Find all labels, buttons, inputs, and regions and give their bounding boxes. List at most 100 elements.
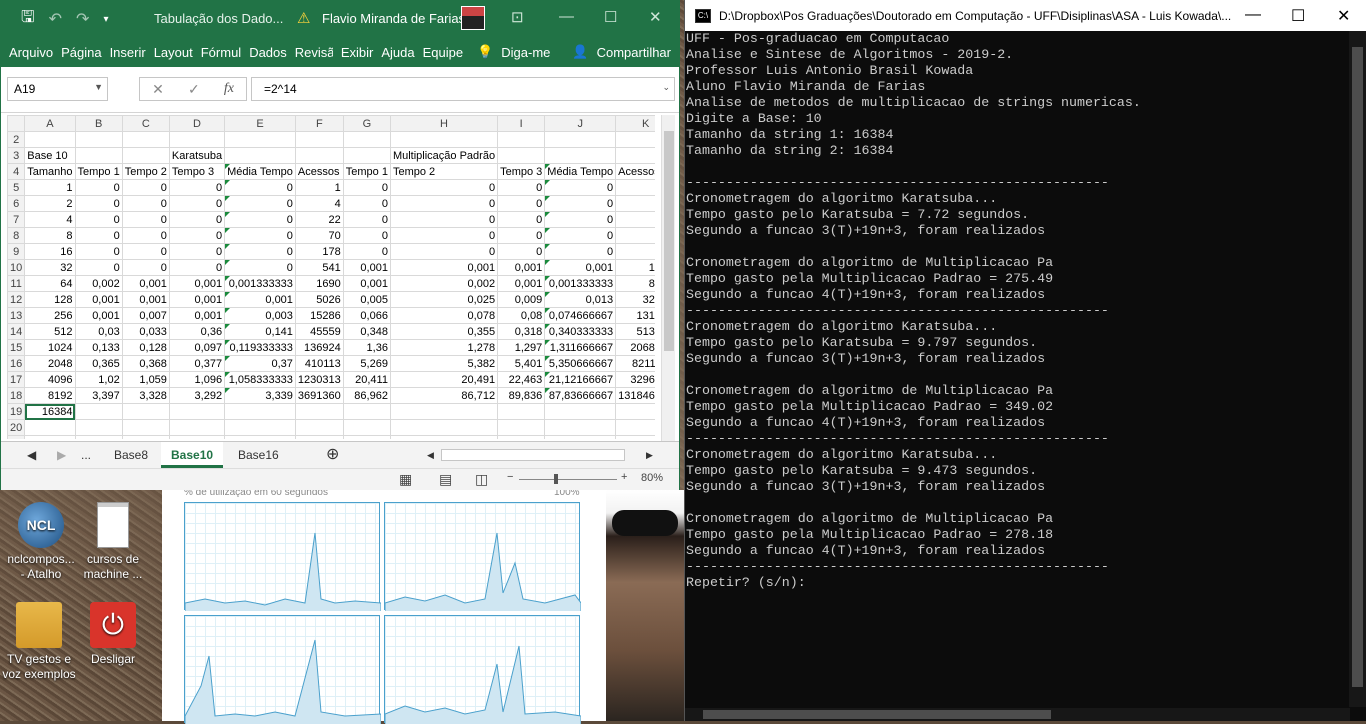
hscroll-left-icon[interactable]: ◀ (427, 442, 434, 468)
cell[interactable] (168, 131, 226, 148)
cell[interactable]: 0,005 (342, 291, 391, 308)
minimize-icon[interactable]: — (1245, 6, 1261, 24)
cell[interactable]: Tempo 1 (74, 163, 123, 180)
cell[interactable]: Tamanho (24, 163, 76, 180)
row-header[interactable]: 8 (7, 227, 26, 244)
cell[interactable]: 86,962 (342, 387, 391, 404)
row-header[interactable]: 13 (7, 307, 26, 324)
row-header[interactable]: 14 (7, 323, 26, 340)
row-header[interactable]: 20 (7, 419, 26, 436)
cell[interactable] (389, 419, 499, 436)
save-icon[interactable]: 🖫 (21, 6, 35, 33)
cell[interactable]: 8192 (24, 387, 76, 404)
cell[interactable]: 0 (168, 227, 226, 244)
cell[interactable]: Multiplicação Padrão (389, 147, 499, 164)
cell[interactable]: 0,001 (168, 291, 226, 308)
cell[interactable] (224, 131, 296, 148)
cell[interactable]: 0,074666667 (544, 307, 617, 324)
customize-toolbar-icon[interactable]: ▾ (103, 14, 108, 25)
row-header[interactable]: 10 (7, 259, 26, 276)
cell[interactable]: 0 (168, 259, 226, 276)
cell[interactable]: 5,269 (342, 355, 391, 372)
cell[interactable]: 0 (224, 243, 296, 260)
cell[interactable]: Tempo 2 (389, 163, 499, 180)
cell[interactable]: 3691360 (294, 387, 344, 404)
column-header[interactable]: J (544, 115, 617, 132)
cell[interactable] (74, 403, 123, 420)
minimize-icon[interactable]: — (559, 8, 574, 25)
insert-function-icon[interactable]: fx (224, 81, 234, 97)
cell[interactable]: 0 (497, 211, 546, 228)
cell[interactable]: 8 (24, 227, 76, 244)
cell[interactable]: 87,83666667 (544, 387, 617, 404)
hscroll-right-icon[interactable]: ▶ (646, 442, 653, 468)
cell[interactable]: 21,12166667 (544, 371, 617, 388)
cell[interactable] (74, 147, 123, 164)
cell[interactable] (168, 435, 226, 439)
zoom-slider-thumb[interactable] (554, 474, 558, 484)
cell[interactable]: 0,001 (74, 307, 123, 324)
normal-view-icon[interactable]: ▦ (399, 471, 412, 488)
cell[interactable] (497, 435, 546, 439)
cell[interactable]: 0,368 (121, 355, 170, 372)
row-header[interactable]: 7 (7, 211, 26, 228)
cell[interactable]: Karatsuba (168, 147, 226, 164)
horizontal-scrollbar[interactable] (441, 449, 625, 461)
tab-arquivo[interactable]: Arquivo (9, 45, 53, 60)
cell[interactable]: 0,009 (497, 291, 546, 308)
cell[interactable]: 0,001 (121, 275, 170, 292)
cell[interactable]: 0 (168, 179, 226, 196)
tab-base16[interactable]: Base16 (238, 442, 279, 468)
cell[interactable]: 1,36 (342, 339, 391, 356)
excel-title-bar[interactable]: 🖫 ↶ ↷ ▾ Tabulação dos Dado... ⚠ Flavio M… (1, 1, 679, 37)
cell[interactable]: 3296613 (615, 371, 655, 388)
vertical-scrollbar[interactable] (661, 115, 675, 441)
scroll-thumb[interactable] (664, 131, 674, 351)
cell[interactable]: 0,377 (168, 355, 226, 372)
cell[interactable]: 0,340333333 (544, 323, 617, 340)
cell[interactable]: 0 (389, 227, 499, 244)
column-header[interactable]: A (24, 115, 76, 132)
cell[interactable]: 0 (74, 243, 123, 260)
cell[interactable]: 16384 (24, 403, 76, 420)
cell[interactable]: 0,001 (121, 291, 170, 308)
cell[interactable]: 0 (74, 227, 123, 244)
ribbon-display-icon[interactable]: ⊡ (511, 8, 524, 26)
cell[interactable] (121, 147, 170, 164)
cell[interactable]: 0,37 (224, 355, 296, 372)
select-all-corner[interactable] (7, 115, 26, 132)
tell-me-box[interactable]: Diga-me (501, 45, 550, 60)
cell[interactable] (544, 131, 617, 148)
expand-formula-icon[interactable]: ⌄ (662, 82, 670, 93)
cell[interactable]: 0,033 (121, 323, 170, 340)
cell[interactable]: 0 (389, 211, 499, 228)
cell[interactable] (294, 419, 344, 436)
cell[interactable]: 0,001 (342, 275, 391, 292)
cell[interactable] (224, 419, 296, 436)
cell[interactable]: 1690 (294, 275, 344, 292)
cell[interactable]: 64 (24, 275, 76, 292)
cell[interactable]: 0,013 (544, 291, 617, 308)
cell[interactable]: 0 (74, 259, 123, 276)
prev-sheet-icon[interactable]: ◀ (27, 442, 36, 468)
cell[interactable] (342, 403, 391, 420)
tab-pagina[interactable]: Página (61, 45, 101, 60)
cell[interactable]: 3,292 (168, 387, 226, 404)
close-icon[interactable]: ✕ (1337, 6, 1350, 26)
cell[interactable]: 1,297 (497, 339, 546, 356)
cell[interactable]: 410113 (294, 355, 344, 372)
cell[interactable]: 0,128 (121, 339, 170, 356)
row-header[interactable]: 12 (7, 291, 26, 308)
cell[interactable]: 0,007 (121, 307, 170, 324)
cell[interactable]: 0,001 (544, 259, 617, 276)
console-title-bar[interactable]: C:\ D:\Dropbox\Pos Graduações\Doutorado … (685, 0, 1366, 31)
desktop-icon-cursos[interactable]: cursos de machine ... (74, 502, 152, 582)
next-sheet-icon[interactable]: ▶ (57, 442, 66, 468)
cell[interactable] (615, 435, 655, 439)
cell[interactable]: 0,001 (74, 291, 123, 308)
tab-base8[interactable]: Base8 (114, 442, 148, 468)
cell[interactable]: 0,365 (74, 355, 123, 372)
cell[interactable]: 0,133 (74, 339, 123, 356)
cell[interactable]: 0,001333333 (544, 275, 617, 292)
maximize-icon[interactable]: ☐ (1291, 6, 1305, 26)
